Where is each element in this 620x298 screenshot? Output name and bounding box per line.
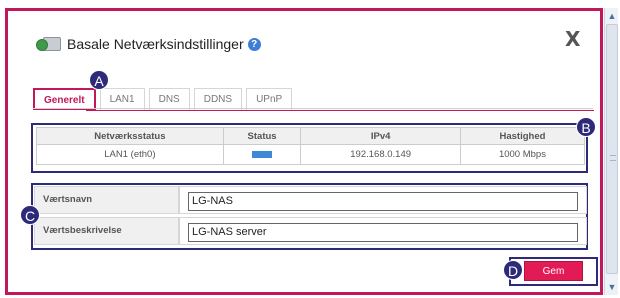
column-header-speed: Hastighed xyxy=(459,127,586,145)
tab-accent-divider xyxy=(86,110,594,111)
nas-globe-icon xyxy=(36,35,62,53)
description-row: Værtsbeskrivelse xyxy=(34,217,587,245)
ipv4-address: 192.168.0.149 xyxy=(300,144,461,165)
save-button[interactable]: Gem xyxy=(524,261,583,281)
description-label: Værtsbeskrivelse xyxy=(34,217,179,245)
callout-d: D xyxy=(503,260,523,280)
link-status-icon xyxy=(252,150,273,158)
tab-divider xyxy=(33,108,593,109)
tab-bar: Generelt LAN1 DNS DDNS UPnP xyxy=(33,88,296,110)
tab-generelt[interactable]: Generelt xyxy=(33,88,96,110)
hostname-cell xyxy=(179,186,587,214)
tab-ddns[interactable]: DDNS xyxy=(193,88,243,110)
grip-icon xyxy=(610,155,616,161)
column-header-status: Status xyxy=(222,127,302,145)
scroll-up-icon[interactable]: ▲ xyxy=(606,10,618,22)
dialog-title: Basale Netværksindstillinger xyxy=(67,36,244,52)
scrollbar-thumb[interactable] xyxy=(606,24,618,274)
dialog-header: Basale Netværksindstillinger ? xyxy=(36,34,261,54)
column-header-network-status: Netværksstatus xyxy=(36,127,224,145)
callout-a: A xyxy=(89,70,109,90)
hostname-label: Værtsnavn xyxy=(34,186,179,214)
hostname-row: Værtsnavn xyxy=(34,186,587,214)
callout-b: B xyxy=(576,117,596,137)
callout-c: C xyxy=(20,205,40,225)
tab-lan1[interactable]: LAN1 xyxy=(99,88,145,110)
hostname-input[interactable] xyxy=(188,191,578,211)
link-speed: 1000 Mbps xyxy=(459,144,586,165)
tab-dns[interactable]: DNS xyxy=(148,88,190,110)
status-cell xyxy=(222,144,302,165)
close-icon[interactable]: X xyxy=(565,27,580,51)
table-row: LAN1 (eth0) 192.168.0.149 1000 Mbps xyxy=(36,144,586,165)
scroll-down-icon[interactable]: ▼ xyxy=(606,281,618,293)
table-header-row: Netværksstatus Status IPv4 Hastighed xyxy=(36,127,586,145)
question-icon[interactable]: ? xyxy=(247,37,261,51)
description-cell xyxy=(179,217,587,245)
tab-upnp[interactable]: UPnP xyxy=(246,88,293,110)
vertical-scrollbar[interactable]: ▲ ▼ xyxy=(604,8,618,295)
description-input[interactable] xyxy=(188,222,578,242)
interface-name: LAN1 (eth0) xyxy=(36,144,224,165)
column-header-ipv4: IPv4 xyxy=(300,127,461,145)
network-status-table: Netværksstatus Status IPv4 Hastighed LAN… xyxy=(36,127,586,165)
